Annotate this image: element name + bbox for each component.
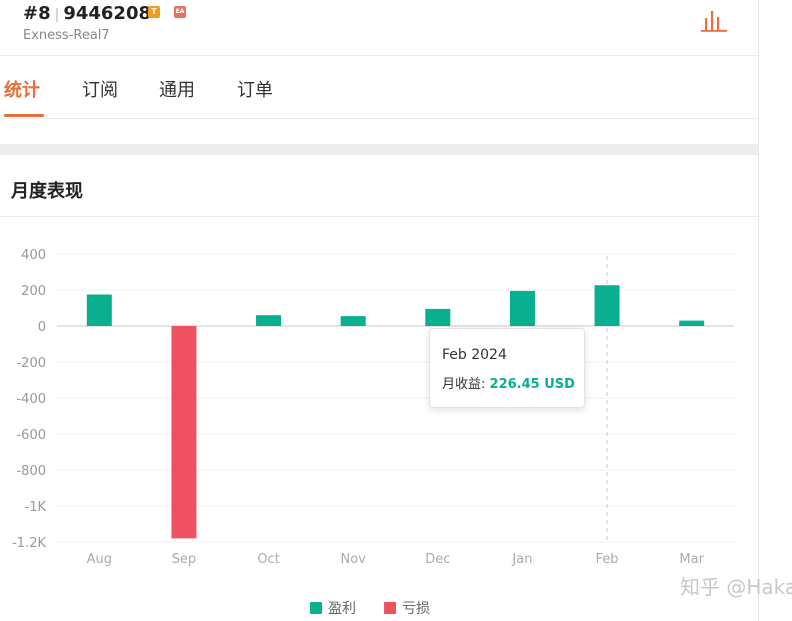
legend-swatch-profit bbox=[310, 602, 322, 614]
account-panel: #8 | 9446208 T EA Exness-Real7 统计 订阅 通用 订单… bbox=[0, 0, 759, 621]
legend-label-profit: 盈利 bbox=[328, 601, 356, 617]
tab-general[interactable]: 通用 bbox=[159, 76, 195, 102]
bar-jan bbox=[509, 290, 535, 326]
bar-nov bbox=[340, 316, 366, 326]
x-tick-label: Aug bbox=[87, 552, 112, 567]
tooltip-value: 226.45 USD bbox=[489, 377, 575, 392]
y-tick-label: 400 bbox=[21, 248, 46, 263]
x-tick-label: Oct bbox=[257, 552, 279, 567]
watermark: 知乎 @Haka bbox=[680, 575, 792, 599]
y-tick-label: -600 bbox=[16, 428, 46, 443]
trader-badge: T bbox=[148, 6, 160, 18]
legend-swatch-loss bbox=[384, 602, 396, 614]
section-title-divider bbox=[0, 216, 758, 217]
legend-label-loss: 亏损 bbox=[402, 601, 430, 617]
y-tick-label: -400 bbox=[16, 392, 46, 407]
bar-oct bbox=[256, 315, 282, 326]
bar-mar bbox=[679, 320, 705, 326]
account-header: #8 | 9446208 T EA Exness-Real7 bbox=[0, 0, 758, 56]
chart-tooltip: Feb 2024 月收益: 226.45 USD bbox=[429, 328, 585, 408]
y-tick-label: -200 bbox=[16, 356, 46, 371]
tab-statistics[interactable]: 统计 bbox=[4, 76, 40, 102]
bar-dec bbox=[425, 308, 451, 326]
legend-item-loss[interactable]: 亏损 bbox=[384, 598, 430, 618]
title-separator: | bbox=[54, 7, 60, 23]
y-tick-label: -800 bbox=[16, 464, 46, 479]
server-name: Exness-Real7 bbox=[23, 28, 110, 43]
tooltip-row: 月收益: 226.45 USD bbox=[442, 373, 575, 392]
bar-aug bbox=[86, 294, 112, 326]
bar-chart-icon[interactable] bbox=[700, 8, 728, 34]
x-tick-label: Nov bbox=[341, 552, 367, 567]
x-tick-label: Jan bbox=[511, 552, 532, 567]
tab-orders[interactable]: 订单 bbox=[237, 76, 273, 102]
y-tick-label: 200 bbox=[21, 284, 46, 299]
y-tick-label: 0 bbox=[38, 320, 46, 335]
section-title: 月度表现 bbox=[11, 181, 83, 202]
x-tick-label: Mar bbox=[679, 552, 704, 567]
x-tick-label: Dec bbox=[425, 552, 450, 567]
tab-subscribe[interactable]: 订阅 bbox=[82, 76, 118, 102]
account-title: #8 | 9446208 bbox=[23, 3, 151, 24]
account-id: 9446208 bbox=[63, 3, 151, 24]
ea-badge: EA bbox=[174, 6, 186, 18]
account-rank: #8 bbox=[23, 3, 51, 24]
monthly-performance-chart: 400 200 0 -200 -400 -600 -800 -1K -1.2K Aug Sep Oct… bbox=[12, 248, 734, 567]
y-tick-label: -1K bbox=[25, 500, 47, 515]
tab-bar: 统计 订阅 通用 订单 bbox=[0, 56, 758, 119]
legend-item-profit[interactable]: 盈利 bbox=[310, 598, 356, 618]
x-tick-label: Sep bbox=[172, 552, 197, 567]
x-tick-label: Feb bbox=[596, 552, 619, 567]
section-divider bbox=[0, 144, 758, 155]
y-tick-label: -1.2K bbox=[12, 536, 46, 551]
active-tab-indicator bbox=[4, 114, 44, 117]
tooltip-label: 月收益: bbox=[442, 377, 486, 392]
bar-feb bbox=[594, 285, 620, 326]
bar-sep bbox=[171, 326, 197, 539]
tooltip-date: Feb 2024 bbox=[442, 347, 507, 363]
